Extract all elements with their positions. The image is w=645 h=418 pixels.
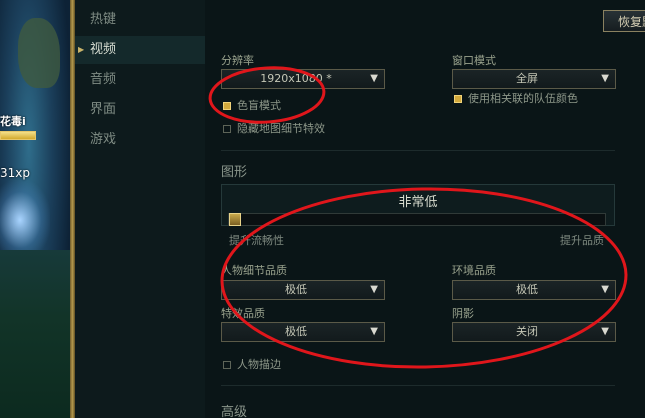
effects-quality-label: 特效品质 [221, 307, 265, 320]
effects-quality-dropdown[interactable]: 极低 ▼ [221, 322, 385, 342]
character-inking-checkbox[interactable] [223, 361, 231, 369]
game-preview: 花毒i 31xp [0, 0, 72, 418]
chevron-down-icon: ▼ [601, 326, 609, 337]
grass-scenery [0, 250, 72, 418]
nav-item-label: 热键 [90, 12, 117, 27]
xp-text: 31xp [0, 166, 30, 180]
nav-item-interface[interactable]: 界面 [75, 96, 205, 124]
window-mode-dropdown[interactable]: 全屏 ▼ [452, 69, 616, 89]
nav-item-label: 音频 [90, 72, 117, 87]
nav-item-video[interactable]: ▶ 视频 [75, 36, 205, 64]
nav-item-game[interactable]: 游戏 [75, 126, 205, 154]
nav-active-arrow-icon: ▶ [78, 45, 85, 54]
chevron-down-icon: ▼ [370, 284, 378, 295]
restore-defaults-button[interactable]: 恢复默认 [603, 10, 645, 32]
nav-item-audio[interactable]: 音频 [75, 66, 205, 94]
slider-handle[interactable] [229, 213, 241, 226]
character-quality-dropdown[interactable]: 极低 ▼ [221, 280, 385, 300]
window-mode-value: 全屏 [516, 72, 538, 85]
chevron-down-icon: ▼ [601, 284, 609, 295]
nav-item-label: 界面 [90, 102, 117, 117]
character-quality-label: 人物细节品质 [221, 264, 287, 277]
video-settings-panel: 恢复默认 分辨率 1920x1080 * ▼ 窗口模式 全屏 ▼ 色盲模式 使用… [205, 0, 645, 418]
effects-quality-value: 极低 [285, 325, 307, 338]
resolution-label: 分辨率 [221, 54, 254, 67]
character-inking-label: 人物描边 [237, 358, 281, 371]
slider-max-label: 提升品质 [560, 234, 604, 247]
chevron-down-icon: ▼ [601, 73, 609, 84]
environment-quality-dropdown[interactable]: 极低 ▼ [452, 280, 616, 300]
graphics-quality-panel: 非常低 [221, 184, 615, 226]
resolution-value: 1920x1080 * [260, 72, 332, 85]
team-color-label: 使用相关联的队伍颜色 [468, 92, 578, 105]
section-divider [221, 385, 615, 386]
character-inking-checkbox-row[interactable]: 人物描边 [223, 356, 281, 372]
health-bar [0, 131, 36, 140]
nav-item-label: 视频 [90, 42, 117, 57]
graphics-section-title: 图形 [221, 165, 248, 180]
hide-eye-candy-label: 隐藏地图细节特效 [237, 122, 325, 135]
shadows-value: 关闭 [516, 325, 538, 338]
graphics-quality-level: 非常低 [398, 195, 438, 210]
colorblind-checkbox-row[interactable]: 色盲模式 [223, 97, 281, 113]
health-bar-fill [1, 132, 35, 139]
slider-min-label: 提升流畅性 [229, 234, 284, 247]
colorblind-checkbox[interactable] [223, 102, 231, 110]
champion-name: 花毒i [0, 115, 26, 128]
chevron-down-icon: ▼ [370, 326, 378, 337]
shadows-label: 阴影 [452, 307, 474, 320]
rock-scenery [18, 18, 60, 88]
colorblind-label: 色盲模式 [237, 99, 281, 112]
settings-window: 花毒i 31xp 热键 ▶ 视频 音频 界面 游戏 恢复默认 分辨率 1920x… [0, 0, 645, 418]
hide-eye-candy-checkbox-row[interactable]: 隐藏地图细节特效 [223, 120, 325, 136]
nav-item-hotkeys[interactable]: 热键 [75, 6, 205, 34]
champion-glow [0, 180, 50, 260]
section-divider [221, 150, 615, 151]
team-color-checkbox-row[interactable]: 使用相关联的队伍颜色 [454, 90, 578, 106]
hide-eye-candy-checkbox[interactable] [223, 125, 231, 133]
window-mode-label: 窗口模式 [452, 54, 496, 67]
environment-quality-value: 极低 [516, 283, 538, 296]
team-color-checkbox[interactable] [454, 95, 462, 103]
character-quality-value: 极低 [285, 283, 307, 296]
nav-item-label: 游戏 [90, 132, 117, 147]
settings-nav: 热键 ▶ 视频 音频 界面 游戏 [75, 0, 205, 418]
advanced-section-title: 高级 [221, 405, 248, 418]
resolution-dropdown[interactable]: 1920x1080 * ▼ [221, 69, 385, 89]
environment-quality-label: 环境品质 [452, 264, 496, 277]
graphics-quality-slider[interactable] [228, 213, 606, 226]
shadows-dropdown[interactable]: 关闭 ▼ [452, 322, 616, 342]
chevron-down-icon: ▼ [370, 73, 378, 84]
